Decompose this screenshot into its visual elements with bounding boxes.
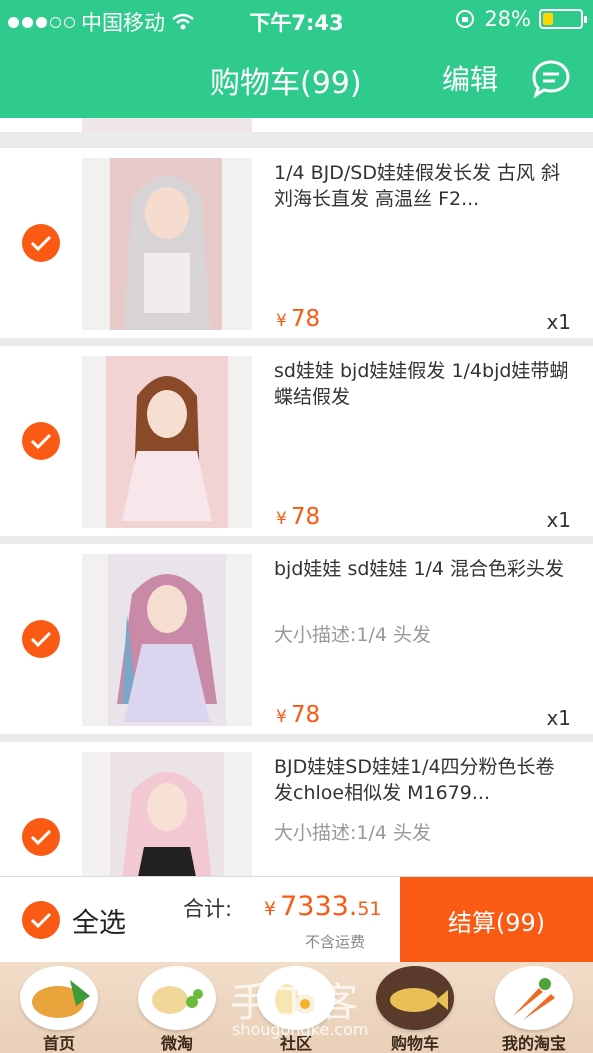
checkmark-icon <box>30 829 52 846</box>
item-price: ¥78 <box>276 306 321 332</box>
item-checkbox[interactable] <box>22 422 60 460</box>
tab-cart[interactable]: 购物车 <box>356 964 474 1053</box>
product-image[interactable] <box>82 118 252 132</box>
tab-label: 首页 <box>42 1034 75 1053</box>
top-bar: 中国移动 下午7:43 28% 购物车(99) 编辑 <box>0 0 593 118</box>
select-all-label[interactable]: 全选 <box>72 901 126 940</box>
battery-icon <box>539 9 587 29</box>
chat-bubble-icon[interactable] <box>530 58 572 100</box>
watermark-url: shougongke.com <box>232 1020 369 1039</box>
cart-item[interactable]: BJD娃娃SD娃娃1/4四分粉色长卷发chloe相似发 M1679... 大小描… <box>0 742 593 876</box>
checkout-bar: 全选 合计: ¥7333.51 不含运费 结算(99) <box>0 876 593 963</box>
cart-item[interactable]: sd娃娃 bjd娃娃假发 1/4bjd娃带蝴蝶结假发 ¥78 x1 <box>0 346 593 536</box>
item-checkbox[interactable] <box>22 620 60 658</box>
item-checkbox[interactable] <box>22 818 60 856</box>
tab-my-taobao[interactable]: 我的淘宝 <box>475 964 593 1053</box>
dumpling-plate-icon <box>138 966 216 1030</box>
tab-home[interactable]: 首页 <box>0 964 118 1053</box>
item-price: ¥78 <box>276 504 321 530</box>
item-title[interactable]: bjd娃娃 sd娃娃 1/4 混合色彩头发 <box>274 556 569 582</box>
food-plate-icon <box>20 966 98 1030</box>
tab-weitao[interactable]: 微淘 <box>118 964 236 1053</box>
carrot-plate-icon <box>495 966 573 1030</box>
product-image[interactable] <box>82 158 252 330</box>
rotation-lock-icon <box>456 10 475 28</box>
product-image[interactable] <box>82 752 252 876</box>
tab-label: 微淘 <box>160 1034 193 1053</box>
item-title[interactable]: 1/4 BJD/SD娃娃假发长发 古风 斜刘海长直发 高温丝 F2... <box>274 160 569 212</box>
total-label: 合计: <box>183 897 233 921</box>
page-title: 购物车(99) <box>210 66 362 101</box>
item-price: ¥78 <box>276 702 321 728</box>
battery-percent: 28% <box>484 7 531 31</box>
cart-item[interactable]: bjd娃娃 sd娃娃 1/4 混合色彩头发 大小描述:1/4 头发 ¥78 x1 <box>0 544 593 734</box>
item-desc: 大小描述:1/4 头发 <box>274 822 432 844</box>
checkmark-icon <box>30 235 52 252</box>
checkmark-icon <box>30 912 52 929</box>
item-desc: 大小描述:1/4 头发 <box>274 624 432 646</box>
cart-list[interactable]: ¥68 x1 1/4 BJD/SD娃娃假发长发 古风 斜刘海长直发 高温丝 F2… <box>0 118 593 876</box>
checkmark-icon <box>30 433 52 450</box>
item-title[interactable]: sd娃娃 bjd娃娃假发 1/4bjd娃带蝴蝶结假发 <box>274 358 569 410</box>
edit-button[interactable]: 编辑 <box>442 58 498 98</box>
total-amount: ¥7333.51 <box>264 891 382 922</box>
product-image[interactable] <box>82 554 252 726</box>
checkout-button[interactable]: 结算(99) <box>400 877 593 963</box>
shipping-note: 不含运费 <box>305 933 366 951</box>
fish-plate-icon <box>376 966 454 1030</box>
checkmark-icon <box>30 631 52 648</box>
cart-item-partial[interactable]: ¥68 x1 <box>0 118 593 132</box>
item-title[interactable]: BJD娃娃SD娃娃1/4四分粉色长卷发chloe相似发 M1679... <box>274 754 569 806</box>
item-qty: x1 <box>546 508 571 532</box>
tab-label: 我的淘宝 <box>501 1034 566 1053</box>
tab-label: 购物车 <box>390 1034 439 1053</box>
product-image[interactable] <box>82 356 252 528</box>
cart-item[interactable]: 1/4 BJD/SD娃娃假发长发 古风 斜刘海长直发 高温丝 F2... ¥78… <box>0 148 593 338</box>
status-bar: 中国移动 下午7:43 28% <box>0 0 593 38</box>
select-all-checkbox[interactable] <box>22 901 60 939</box>
item-qty: x1 <box>546 310 571 334</box>
item-qty: x1 <box>546 706 571 730</box>
item-checkbox[interactable] <box>22 224 60 262</box>
